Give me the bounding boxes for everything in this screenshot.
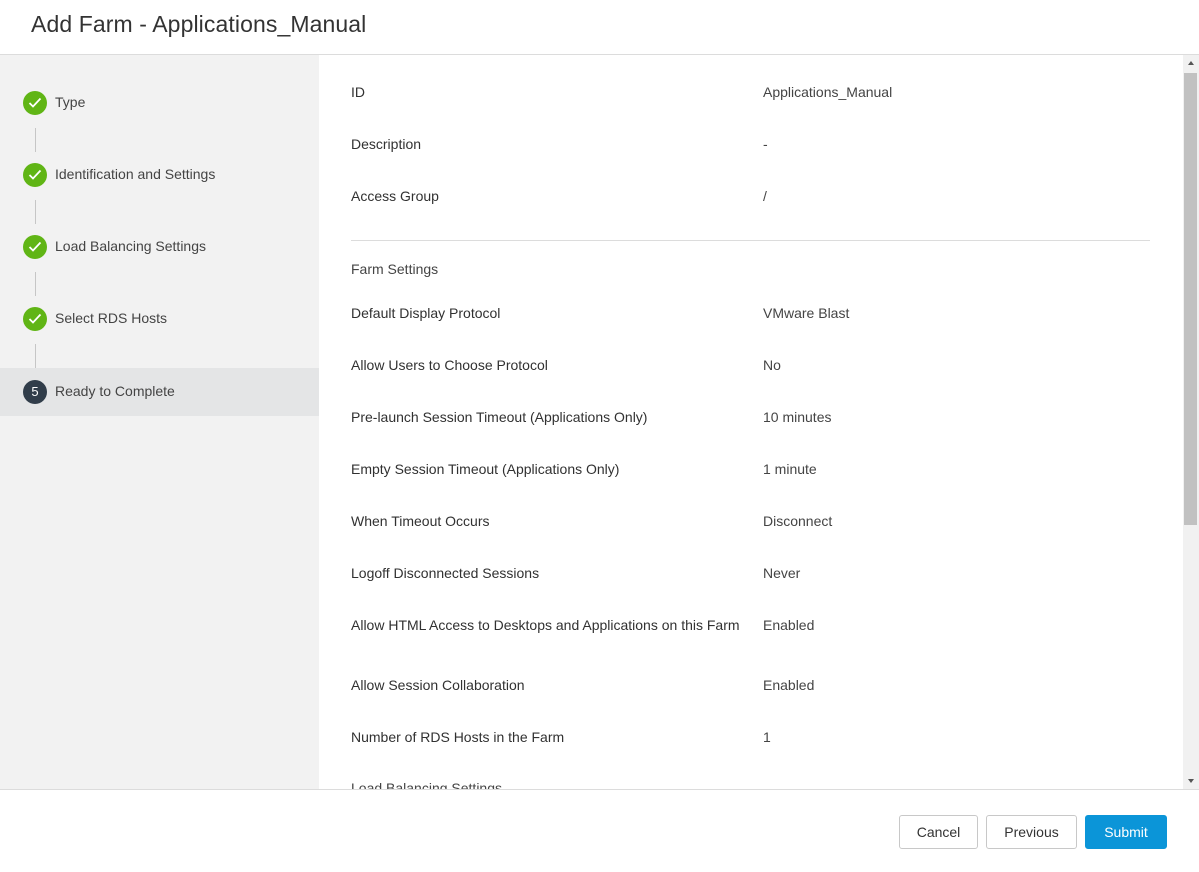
summary-key: Default Display Protocol — [351, 305, 501, 321]
wizard-step-label: Ready to Complete — [55, 383, 175, 399]
summary-key: ID — [351, 84, 365, 100]
summary-key: Access Group — [351, 188, 439, 204]
dialog-header: Add Farm - Applications_Manual — [0, 0, 1199, 55]
section-divider — [351, 240, 1150, 241]
submit-button[interactable]: Submit — [1085, 815, 1167, 849]
check-icon — [23, 91, 47, 115]
wizard-step-label: Type — [55, 94, 86, 110]
wizard-step-type[interactable]: Type — [0, 79, 319, 127]
summary-key: Allow Users to Choose Protocol — [351, 357, 548, 373]
scroll-down-arrow-icon[interactable] — [1183, 773, 1199, 789]
summary-value: 1 — [763, 729, 771, 745]
dialog-title: Add Farm - Applications_Manual — [31, 11, 367, 37]
summary-key: Empty Session Timeout (Applications Only… — [351, 461, 620, 477]
summary-panel: ID Applications_Manual Description - Acc… — [319, 55, 1183, 789]
summary-value: 1 minute — [763, 461, 817, 477]
summary-value: 10 minutes — [763, 409, 832, 425]
wizard-step-label: Identification and Settings — [55, 166, 216, 182]
load-balancing-heading: Load Balancing Settings — [351, 780, 502, 789]
wizard-step-identification[interactable]: Identification and Settings — [0, 151, 319, 199]
summary-value: VMware Blast — [763, 305, 850, 321]
scroll-up-arrow-icon[interactable] — [1183, 55, 1199, 71]
summary-key: Number of RDS Hosts in the Farm — [351, 729, 565, 745]
summary-value: Enabled — [763, 677, 815, 693]
wizard-step-label: Load Balancing Settings — [55, 238, 206, 254]
step-connector — [35, 200, 36, 224]
vertical-scrollbar[interactable] — [1183, 55, 1199, 789]
step-connector — [35, 128, 36, 152]
summary-value: Never — [763, 565, 801, 581]
check-icon — [23, 163, 47, 187]
wizard-step-label: Select RDS Hosts — [55, 310, 168, 326]
wizard-step-load-balancing[interactable]: Load Balancing Settings — [0, 223, 319, 271]
summary-key: Pre-launch Session Timeout (Applications… — [351, 409, 648, 425]
scrollbar-thumb[interactable] — [1184, 73, 1197, 525]
wizard-step-select-rds-hosts[interactable]: Select RDS Hosts — [0, 295, 319, 343]
summary-value: Enabled — [763, 617, 815, 633]
summary-key: Description — [351, 136, 422, 152]
step-connector — [35, 272, 36, 296]
summary-key: Allow HTML Access to Desktops and Applic… — [351, 617, 740, 633]
check-icon — [23, 307, 47, 331]
cancel-button[interactable]: Cancel — [899, 815, 978, 849]
summary-key: When Timeout Occurs — [351, 513, 490, 529]
summary-value: - — [763, 136, 768, 152]
summary-value: Applications_Manual — [763, 84, 893, 100]
wizard-step-ready-to-complete[interactable]: 5 Ready to Complete — [0, 368, 319, 416]
check-icon — [23, 235, 47, 259]
summary-value: / — [763, 188, 767, 204]
dialog-footer: Cancel Previous Submit — [0, 789, 1199, 872]
summary-key: Logoff Disconnected Sessions — [351, 565, 540, 581]
summary-value: Disconnect — [763, 513, 833, 529]
summary-key: Allow Session Collaboration — [351, 677, 525, 693]
step-connector — [35, 344, 36, 368]
farm-settings-heading: Farm Settings — [351, 261, 439, 277]
step-number-badge: 5 — [23, 380, 47, 404]
wizard-steps-sidebar: Type Identification and Settings Load Ba… — [0, 55, 319, 789]
summary-value: No — [763, 357, 781, 373]
previous-button[interactable]: Previous — [986, 815, 1077, 849]
